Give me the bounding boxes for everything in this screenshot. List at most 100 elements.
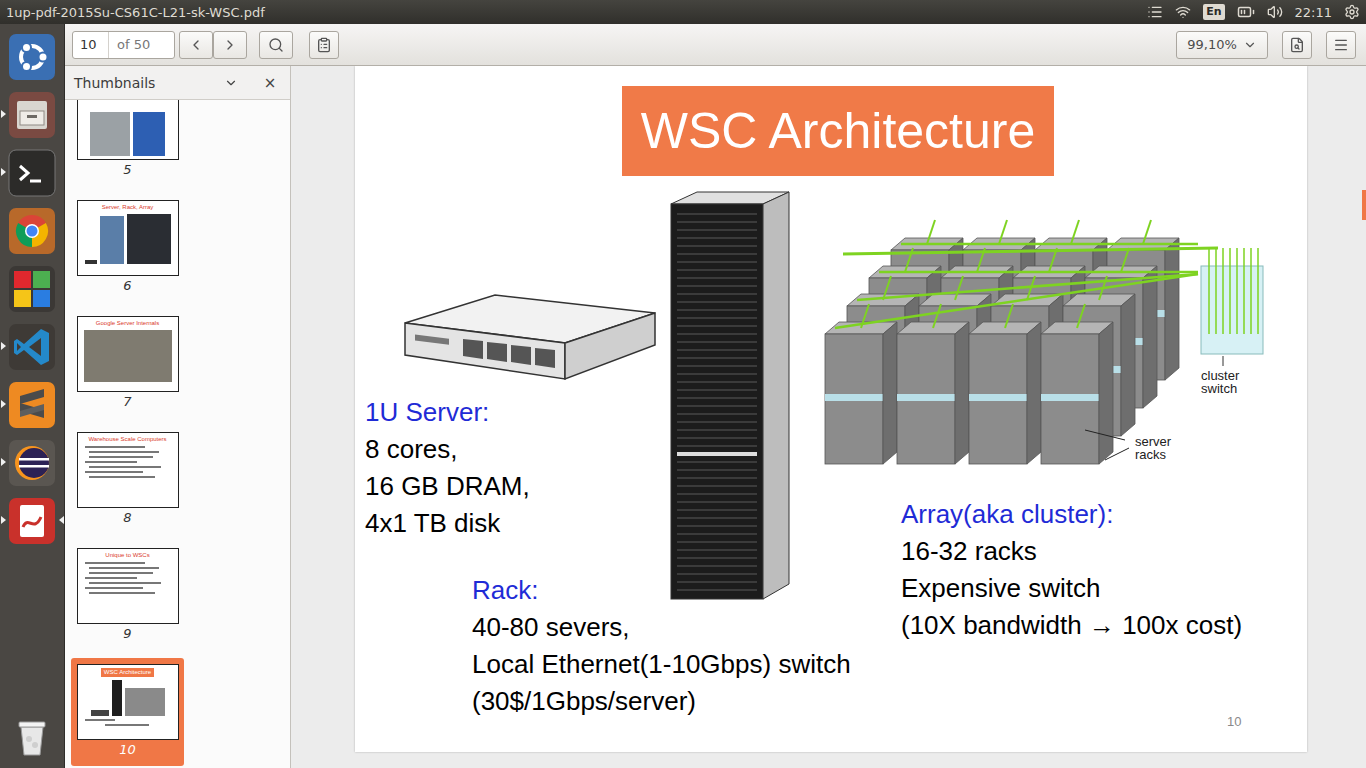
trash-icon[interactable] [8,713,56,761]
photo [85,260,97,264]
sidebar-header: Thumbnails × [65,66,290,100]
battery-icon[interactable] [1237,3,1255,21]
clock[interactable]: 22:11 [1295,5,1332,20]
thumbnail-page: Server, Rack, Array [77,200,179,276]
focus-indicator [59,516,64,524]
block-line: (30$/1Gbps/server) [472,683,851,720]
bullet-line [85,577,137,579]
bullet-line [89,592,155,594]
bullet-line [85,587,143,589]
block-line: 8 cores, [365,431,530,468]
search-icon [268,37,284,53]
thumbnail-label: 9 [123,624,131,644]
page-entry[interactable]: 10of 50 [72,31,175,59]
thumbnail-label: 10 [119,740,136,760]
slide-page-number: 10 [1227,714,1241,729]
file-cabinet-icon[interactable] [8,91,56,139]
sidebar-title[interactable]: Thumbnails [74,75,216,91]
photo [125,688,165,716]
desktop: 1up-pdf-2015Su-CS61C-L21-sk-WSC.pdf En 22:… [0,0,1366,768]
launcher [0,24,65,768]
bullet-line [85,446,145,448]
photo [90,112,130,156]
vscode-icon[interactable] [8,323,56,371]
document-icon [1289,37,1305,53]
launcher-item[interactable] [0,206,65,256]
keyboard-indicator[interactable]: En [1203,4,1224,20]
thumbnail[interactable]: Unique to WSCs9 [71,542,184,650]
tiles-app-icon[interactable] [8,265,56,313]
launcher-item[interactable] [0,438,65,488]
launcher-item[interactable] [0,148,65,198]
search-button[interactable] [259,31,293,59]
gear-icon[interactable] [1344,4,1360,20]
running-indicator [1,458,6,466]
thumbnail[interactable]: Warehouse Scale Computers 8 [71,426,184,534]
chevron-down-icon[interactable] [224,76,238,90]
sublime-text-icon[interactable] [8,381,56,429]
bullet-line [105,724,149,726]
block-line: Local Ethernet(1-10Gbps) switch [472,646,851,683]
wifi-icon[interactable] [1175,4,1191,20]
next-page-button[interactable] [213,31,247,59]
document-viewer-icon[interactable] [8,497,56,545]
thumbnail[interactable]: Server, Rack, Array6 [71,194,184,302]
thumbnail-photos [90,112,165,156]
eclipse-icon[interactable] [8,439,56,487]
launcher-item[interactable] [0,90,65,140]
menu-button[interactable] [1326,31,1356,59]
text-block: Array(aka cluster):16-32 racksExpensive … [901,496,1242,644]
block-line: Expensive switch [901,570,1242,607]
chevron-left-icon [188,37,204,53]
block-line: (10X bandwidth → 100x cost) [901,607,1242,644]
terminal-icon[interactable] [8,149,56,197]
scroll-indicator[interactable] [1362,190,1366,220]
slide-title: WSC Architecture [622,86,1054,176]
document-button[interactable] [1282,31,1312,59]
thumbnail-title: Warehouse Scale Computers [88,436,166,443]
close-button[interactable]: × [260,74,280,92]
indicators: En 22:11 [1147,3,1360,21]
thumbnail-title: Server, Rack, Array [102,204,154,211]
ubuntu-logo-icon[interactable] [8,33,56,81]
zoom-select[interactable]: 99,10% [1176,31,1268,59]
chrome-icon[interactable] [8,207,56,255]
thumbnail[interactable]: 5 [71,100,184,186]
running-indicator [1,110,6,118]
thumbnail-bullets [81,562,175,594]
thumbnail-title: WSC Architecture [101,668,154,677]
annotations-button[interactable] [309,31,339,59]
page-number[interactable]: 10 [73,32,109,58]
launcher-item[interactable] [0,32,65,82]
thumbnail[interactable]: WSC Architecture 10 [71,658,184,766]
top-panel: 1up-pdf-2015Su-CS61C-L21-sk-WSC.pdf En 22:… [0,0,1366,24]
launcher-item[interactable] [0,264,65,314]
bullet-line [85,461,137,463]
rack-icon [667,188,792,603]
bullet-line [85,562,145,564]
text-block: Rack:40-80 severs,Local Ethernet(1-10Gbp… [472,572,851,720]
running-indicator [1,168,6,176]
navigation-group [179,31,247,59]
text-block: 1U Server:8 cores,16 GB DRAM,4x1 TB disk [365,394,530,542]
thumbnail-bullets [81,446,175,478]
running-indicator [1,342,6,350]
page-count: of 50 [109,37,174,52]
launcher-item[interactable] [0,380,65,430]
thumbnail-page: WSC Architecture [77,664,179,740]
thumbnail[interactable]: Google Server Internals7 [71,310,184,418]
thumbnail-label: 8 [123,508,131,528]
block-line: 4x1 TB disk [365,505,530,542]
launcher-item[interactable] [0,322,65,372]
messages-icon[interactable] [1147,4,1163,20]
launcher-item[interactable] [0,496,65,546]
thumbnail-page [77,100,179,160]
previous-page-button[interactable] [179,31,213,59]
window-title: 1up-pdf-2015Su-CS61C-L21-sk-WSC.pdf [6,5,1147,20]
block-line: 40-80 severs, [472,609,851,646]
thumbnail-photos [85,214,171,264]
launcher-item[interactable] [0,712,65,762]
volume-icon[interactable] [1267,4,1283,20]
photo [127,214,171,264]
chevron-down-icon [1243,38,1257,52]
